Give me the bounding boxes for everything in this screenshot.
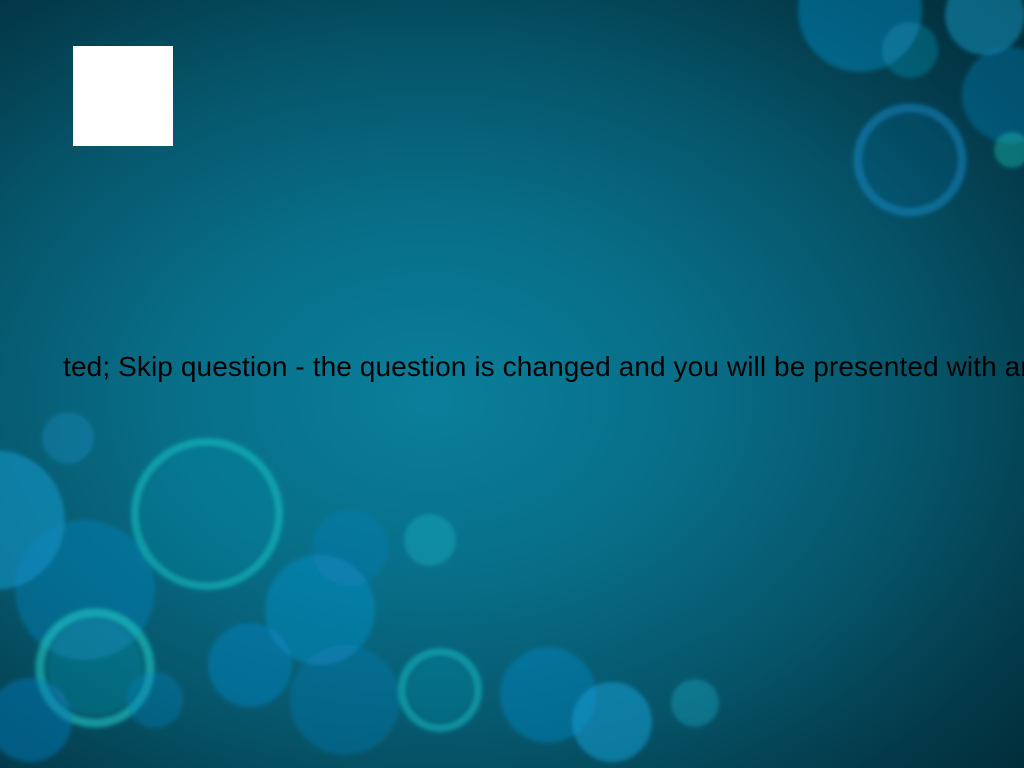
bokeh-cluster-top-right bbox=[798, 0, 1024, 217]
logo-placeholder bbox=[73, 46, 173, 146]
scrolling-ticker: ted; Skip question - the question is cha… bbox=[0, 348, 1024, 388]
ticker-text: ted; Skip question - the question is cha… bbox=[63, 351, 1024, 382]
bokeh-cluster-bottom-left bbox=[0, 412, 719, 762]
